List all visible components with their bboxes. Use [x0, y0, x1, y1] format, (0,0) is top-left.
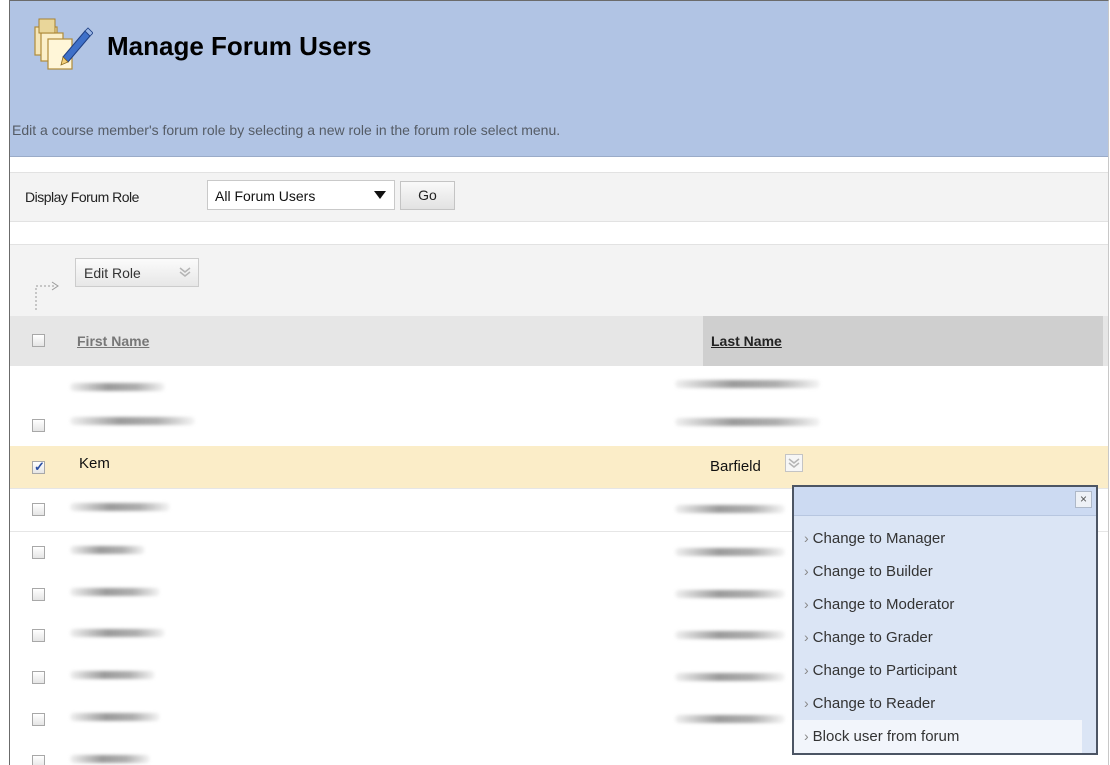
forum-role-select-value: All Forum Users [215, 188, 316, 204]
edit-role-button[interactable]: Edit Role [75, 258, 199, 287]
row-checkbox[interactable] [32, 546, 45, 559]
menu-caret-icon: › [804, 596, 809, 612]
page-frame: Manage Forum Users Edit a course member'… [9, 0, 1109, 765]
chevron-down-icon [788, 458, 800, 468]
menu-item-change-to-reader[interactable]: › Change to Reader [794, 687, 1096, 720]
filter-bar: Display Forum Role All Forum Users Go [10, 172, 1108, 222]
redacted-last-name [675, 380, 820, 388]
role-context-menu: × › Change to Manager › Change to Builder … [792, 485, 1098, 755]
redacted-first-name [70, 713, 160, 721]
page-header: Manage Forum Users Edit a course member'… [10, 1, 1108, 157]
row-checkbox[interactable] [32, 503, 45, 516]
menu-item-change-to-participant[interactable]: › Change to Participant [794, 654, 1096, 687]
redacted-last-name [675, 548, 785, 556]
chevron-down-icon [179, 267, 191, 277]
select-all-checkbox[interactable] [32, 334, 45, 347]
go-button[interactable]: Go [400, 181, 455, 210]
menu-caret-icon: › [804, 695, 809, 711]
table-row-selected[interactable]: ✓ Kem Barfield [10, 446, 1108, 489]
row-checkbox-checked[interactable]: ✓ [32, 459, 45, 474]
redacted-first-name [70, 588, 160, 596]
filter-label: Display Forum Role [25, 189, 139, 205]
menu-caret-icon: › [804, 530, 809, 546]
action-bar: Edit Role [10, 244, 1108, 317]
menu-item-block-user[interactable]: › Block user from forum [794, 720, 1082, 753]
menu-header: × [794, 487, 1096, 516]
last-name-cell: Barfield [710, 458, 761, 475]
redacted-first-name [70, 503, 170, 511]
instructions-text: Edit a course member's forum role by sel… [12, 122, 561, 138]
menu-items: › Change to Manager › Change to Builder › C… [794, 522, 1096, 753]
row-checkbox[interactable] [32, 629, 45, 642]
redacted-last-name [675, 673, 785, 681]
row-checkbox[interactable] [32, 671, 45, 684]
row-checkbox[interactable] [32, 713, 45, 726]
last-name-column-header[interactable]: Last Name [711, 333, 782, 349]
menu-caret-icon: › [804, 728, 809, 744]
edit-role-label: Edit Role [84, 265, 141, 281]
redacted-last-name [675, 418, 820, 426]
table-row [10, 404, 1108, 447]
redacted-first-name [70, 546, 145, 554]
redacted-first-name [70, 671, 155, 679]
menu-caret-icon: › [804, 629, 809, 645]
table-row [10, 366, 1108, 409]
redacted-first-name [70, 755, 150, 763]
first-name-cell: Kem [79, 455, 110, 472]
redacted-last-name [675, 715, 785, 723]
redacted-first-name [70, 417, 195, 425]
dropdown-arrow-icon [374, 191, 386, 199]
menu-item-change-to-grader[interactable]: › Change to Grader [794, 621, 1096, 654]
menu-caret-icon: › [804, 563, 809, 579]
menu-item-change-to-manager[interactable]: › Change to Manager [794, 522, 1096, 555]
selected-rows-arrow-icon [35, 281, 59, 310]
menu-item-change-to-builder[interactable]: › Change to Builder [794, 555, 1096, 588]
menu-caret-icon: › [804, 662, 809, 678]
redacted-first-name [70, 383, 165, 391]
redacted-last-name [675, 631, 785, 639]
forum-role-select[interactable]: All Forum Users [207, 180, 395, 210]
row-checkbox[interactable] [32, 588, 45, 601]
redacted-last-name [675, 590, 785, 598]
page-title: Manage Forum Users [107, 31, 372, 61]
checkmark-icon: ✓ [34, 459, 45, 474]
row-checkbox[interactable] [32, 419, 45, 432]
first-name-column-header[interactable]: First Name [77, 333, 149, 349]
row-checkbox[interactable] [32, 755, 45, 765]
redacted-first-name [70, 629, 165, 637]
redacted-last-name [675, 505, 785, 513]
menu-item-change-to-moderator[interactable]: › Change to Moderator [794, 588, 1096, 621]
close-icon[interactable]: × [1075, 491, 1092, 508]
manage-users-icon [34, 18, 93, 70]
row-options-button[interactable] [785, 454, 803, 472]
table-header: First Name Last Name [10, 316, 1108, 369]
